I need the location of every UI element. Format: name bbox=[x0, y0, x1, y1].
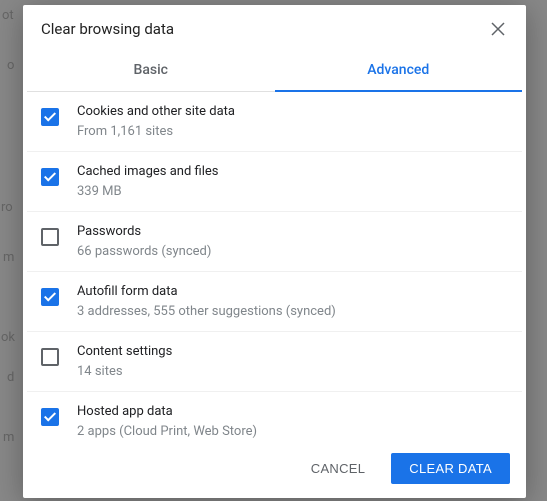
item-title: Passwords bbox=[77, 222, 508, 242]
data-item: Hosted app data2 apps (Cloud Print, Web … bbox=[27, 392, 522, 439]
close-button[interactable] bbox=[488, 19, 508, 39]
checkbox[interactable] bbox=[41, 348, 59, 366]
bg-text: ro bbox=[1, 200, 13, 215]
item-content: Hosted app data2 apps (Cloud Print, Web … bbox=[77, 402, 508, 439]
item-content: Cached images and files339 MB bbox=[77, 162, 508, 201]
dialog-title: Clear browsing data bbox=[41, 20, 174, 38]
item-title: Hosted app data bbox=[77, 402, 508, 422]
item-content: Passwords66 passwords (synced) bbox=[77, 222, 508, 261]
data-item: Passwords66 passwords (synced) bbox=[27, 212, 522, 272]
item-subtitle: 66 passwords (synced) bbox=[77, 242, 508, 262]
item-title: Autofill form data bbox=[77, 282, 508, 302]
clear-data-button[interactable]: CLEAR DATA bbox=[391, 453, 510, 484]
checkbox[interactable] bbox=[41, 288, 59, 306]
data-item: Cached images and files339 MB bbox=[27, 152, 522, 212]
item-subtitle: 14 sites bbox=[77, 362, 508, 382]
cancel-button[interactable]: CANCEL bbox=[293, 453, 384, 484]
item-title: Cookies and other site data bbox=[77, 102, 508, 122]
checkbox[interactable] bbox=[41, 168, 59, 186]
item-content: Content settings14 sites bbox=[77, 342, 508, 381]
tab-basic[interactable]: Basic bbox=[27, 49, 275, 91]
item-content: Cookies and other site dataFrom 1,161 si… bbox=[77, 102, 508, 141]
tabs: Basic Advanced bbox=[27, 49, 522, 92]
bg-text: m bbox=[3, 430, 14, 445]
bg-text: m bbox=[3, 250, 14, 265]
dialog-header: Clear browsing data bbox=[23, 5, 526, 49]
item-content: Autofill form data3 addresses, 555 other… bbox=[77, 282, 508, 321]
bg-text: ot bbox=[2, 8, 14, 23]
bg-text: d bbox=[7, 370, 14, 385]
dialog-footer: CANCEL CLEAR DATA bbox=[23, 439, 526, 498]
data-item: Content settings14 sites bbox=[27, 332, 522, 392]
clear-browsing-data-dialog: Clear browsing data Basic Advanced Cooki… bbox=[23, 5, 526, 498]
item-title: Content settings bbox=[77, 342, 508, 362]
item-subtitle: 3 addresses, 555 other suggestions (sync… bbox=[77, 302, 508, 322]
item-subtitle: 2 apps (Cloud Print, Web Store) bbox=[77, 422, 508, 440]
checkbox[interactable] bbox=[41, 108, 59, 126]
checkbox[interactable] bbox=[41, 228, 59, 246]
item-subtitle: 339 MB bbox=[77, 182, 508, 202]
close-icon bbox=[491, 22, 505, 36]
item-subtitle: From 1,161 sites bbox=[77, 122, 508, 142]
bg-text: o bbox=[7, 58, 14, 73]
item-title: Cached images and files bbox=[77, 162, 508, 182]
tab-advanced[interactable]: Advanced bbox=[275, 49, 523, 91]
bg-text: ok bbox=[1, 330, 15, 345]
data-list: Cookies and other site dataFrom 1,161 si… bbox=[23, 92, 526, 439]
data-item: Autofill form data3 addresses, 555 other… bbox=[27, 272, 522, 332]
data-item: Cookies and other site dataFrom 1,161 si… bbox=[27, 92, 522, 152]
checkbox[interactable] bbox=[41, 408, 59, 426]
